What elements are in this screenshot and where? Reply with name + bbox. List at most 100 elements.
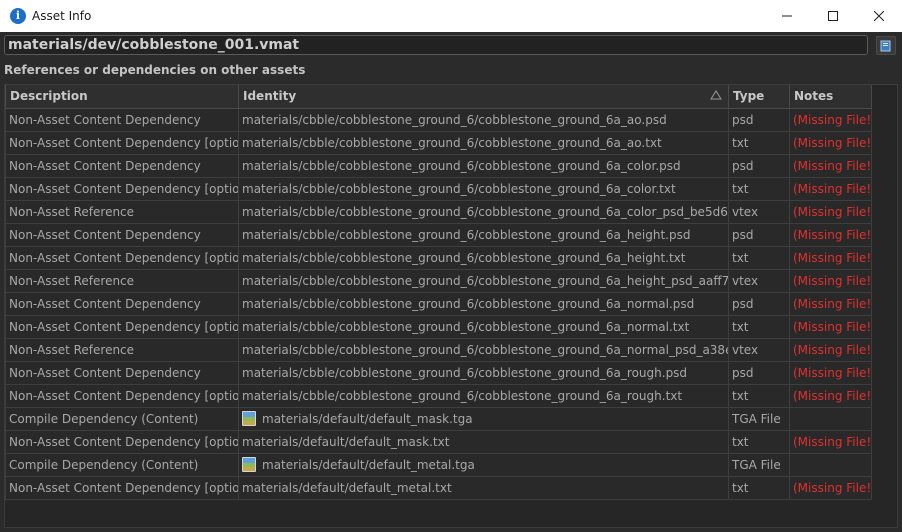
table-row[interactable]: Non-Asset Reference materials/cbble/cobbl… — [5, 337, 872, 362]
cell-notes: (Missing File!) — [789, 222, 872, 247]
cell-type: vtex — [728, 337, 790, 362]
cell-description: Compile Dependency (Content) — [5, 406, 239, 431]
cell-type: txt — [728, 176, 790, 201]
sort-ascending-icon — [710, 90, 722, 100]
cell-description: Compile Dependency (Content) — [5, 452, 239, 477]
cell-notes: (Missing File!) — [789, 245, 872, 270]
cell-identity-text: materials/default/default_mask.txt — [242, 434, 450, 449]
maximize-button[interactable] — [810, 0, 856, 32]
section-label: References or dependencies on other asse… — [4, 63, 306, 77]
close-icon — [874, 11, 884, 21]
cell-identity-text: materials/cbble/cobblestone_ground_6/cob… — [242, 365, 688, 380]
cell-description: Non-Asset Content Dependency [optional] — [5, 176, 239, 201]
table-row[interactable]: Non-Asset Reference materials/cbble/cobbl… — [5, 268, 872, 293]
cell-description: Non-Asset Reference — [5, 337, 239, 362]
cell-type: psd — [728, 153, 790, 178]
table-row[interactable]: Non-Asset Content Dependency [optional] m… — [5, 383, 872, 408]
cell-type: txt — [728, 245, 790, 270]
table-row[interactable]: Non-Asset Content Dependency materials/cb… — [5, 360, 872, 385]
table-row[interactable]: Non-Asset Content Dependency [optional] m… — [5, 130, 872, 155]
cell-description: Non-Asset Content Dependency [optional] — [5, 245, 239, 270]
cell-identity: materials/cbble/cobblestone_ground_6/cob… — [238, 153, 729, 178]
column-header-identity[interactable]: Identity — [238, 85, 729, 109]
cell-identity: materials/default/default_metal.txt — [238, 475, 729, 500]
cell-identity: materials/default/default_mask.tga — [238, 406, 729, 431]
cell-identity-text: materials/cbble/cobblestone_ground_6/cob… — [242, 342, 728, 357]
column-header-type[interactable]: Type — [728, 85, 790, 109]
info-icon: i — [10, 8, 26, 24]
cell-type: txt — [728, 314, 790, 339]
cell-identity: materials/cbble/cobblestone_ground_6/cob… — [238, 337, 729, 362]
table-row[interactable]: Non-Asset Content Dependency materials/cb… — [5, 153, 872, 178]
folder-icon — [880, 40, 891, 51]
references-table: Description Identity Type Notes Non-Asse… — [4, 84, 898, 528]
cell-notes: (Missing File!) — [789, 337, 872, 362]
column-header-identity-label: Identity — [243, 89, 297, 104]
cell-type: psd — [728, 222, 790, 247]
table-row[interactable]: Non-Asset Content Dependency [optional] m… — [5, 245, 872, 270]
cell-identity-text: materials/default/default_mask.tga — [262, 412, 473, 426]
image-file-icon — [242, 411, 256, 426]
cell-description: Non-Asset Content Dependency — [5, 291, 239, 316]
cell-notes: (Missing File!) — [789, 475, 872, 500]
close-button[interactable] — [856, 0, 902, 32]
cell-description: Non-Asset Content Dependency [optional] — [5, 429, 239, 454]
table-row[interactable]: Non-Asset Content Dependency materials/cb… — [5, 291, 872, 316]
column-header-description[interactable]: Description — [5, 85, 239, 109]
cell-notes: (Missing File!) — [789, 176, 872, 201]
cell-notes: (Missing File!) — [789, 130, 872, 155]
table-row[interactable]: Non-Asset Reference materials/cbble/cobbl… — [5, 199, 872, 224]
cell-identity: materials/cbble/cobblestone_ground_6/cob… — [238, 245, 729, 270]
cell-type: psd — [728, 107, 790, 132]
cell-identity: materials/cbble/cobblestone_ground_6/cob… — [238, 176, 729, 201]
cell-identity: materials/default/default_mask.txt — [238, 429, 729, 454]
browse-button[interactable] — [876, 36, 896, 55]
cell-description: Non-Asset Content Dependency — [5, 107, 239, 132]
cell-identity: materials/cbble/cobblestone_ground_6/cob… — [238, 199, 729, 224]
cell-description: Non-Asset Content Dependency [optional] — [5, 475, 239, 500]
window-bottom-edge — [0, 528, 902, 532]
cell-type: txt — [728, 383, 790, 408]
minimize-icon — [782, 15, 792, 17]
minimize-button[interactable] — [764, 0, 810, 32]
column-header-notes[interactable]: Notes — [789, 85, 872, 109]
cell-description: Non-Asset Content Dependency [optional] — [5, 130, 239, 155]
table-row[interactable]: Non-Asset Content Dependency [optional] m… — [5, 314, 872, 339]
cell-identity: materials/cbble/cobblestone_ground_6/cob… — [238, 268, 729, 293]
cell-notes: (Missing File!) — [789, 291, 872, 316]
image-file-icon — [242, 457, 256, 472]
asset-path-field[interactable]: materials/dev/cobblestone_001.vmat — [4, 35, 868, 55]
cell-description: Non-Asset Reference — [5, 199, 239, 224]
table-row[interactable]: Non-Asset Content Dependency materials/cb… — [5, 222, 872, 247]
table-row[interactable]: Non-Asset Content Dependency [optional] m… — [5, 475, 872, 500]
cell-identity: materials/cbble/cobblestone_ground_6/cob… — [238, 360, 729, 385]
cell-type: txt — [728, 429, 790, 454]
cell-identity-text: materials/cbble/cobblestone_ground_6/cob… — [242, 319, 690, 334]
cell-identity-text: materials/default/default_metal.tga — [262, 458, 475, 472]
cell-identity: materials/cbble/cobblestone_ground_6/cob… — [238, 314, 729, 339]
window-controls — [764, 0, 902, 32]
cell-type: txt — [728, 475, 790, 500]
cell-identity-text: materials/cbble/cobblestone_ground_6/cob… — [242, 158, 681, 173]
cell-identity: materials/default/default_metal.tga — [238, 452, 729, 477]
cell-identity: materials/cbble/cobblestone_ground_6/cob… — [238, 383, 729, 408]
cell-type: TGA File — [728, 406, 790, 431]
cell-notes: (Missing File!) — [789, 429, 872, 454]
cell-type: vtex — [728, 199, 790, 224]
cell-identity-text: materials/cbble/cobblestone_ground_6/cob… — [242, 181, 676, 196]
table-row[interactable]: Non-Asset Content Dependency [optional] m… — [5, 429, 872, 454]
cell-description: Non-Asset Content Dependency [optional] — [5, 383, 239, 408]
table-row[interactable]: Non-Asset Content Dependency [optional] m… — [5, 176, 872, 201]
cell-description: Non-Asset Content Dependency — [5, 222, 239, 247]
cell-identity-text: materials/cbble/cobblestone_ground_6/cob… — [242, 204, 729, 219]
table-header: Description Identity Type Notes — [5, 85, 872, 109]
table-row[interactable]: Compile Dependency (Content) materials/de… — [5, 406, 872, 431]
table-row[interactable]: Non-Asset Content Dependency materials/cb… — [5, 107, 872, 132]
maximize-icon — [828, 11, 838, 21]
table-row[interactable]: Compile Dependency (Content) materials/de… — [5, 452, 872, 477]
cell-identity: materials/cbble/cobblestone_ground_6/cob… — [238, 222, 729, 247]
cell-notes — [789, 452, 872, 477]
cell-identity: materials/cbble/cobblestone_ground_6/cob… — [238, 130, 729, 155]
cell-notes: (Missing File!) — [789, 107, 872, 132]
cell-type: TGA File — [728, 452, 790, 477]
